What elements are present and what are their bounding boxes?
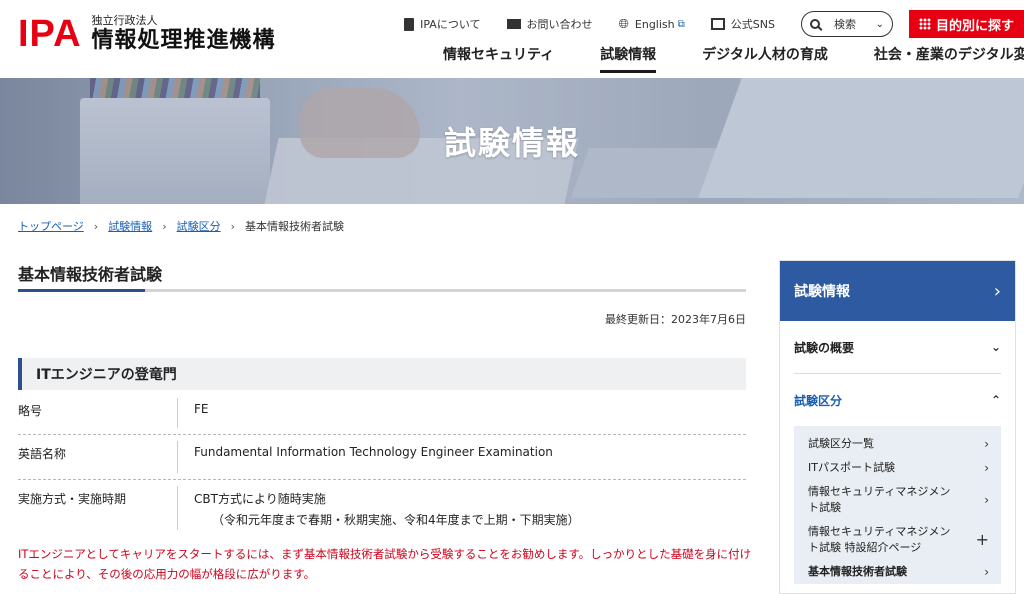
chevron-up-icon: ⌃ (990, 393, 1001, 407)
gnav-security[interactable]: 情報セキュリティ (443, 44, 554, 73)
find-by-purpose-button[interactable]: 目的別に探す (908, 10, 1024, 38)
document-icon (404, 17, 415, 31)
sns-icon (710, 18, 725, 30)
breadcrumb-current: 基本情報技術者試験 (245, 220, 344, 233)
sidebar-item-label: 試験区分 (794, 393, 843, 408)
info-label: 略号 (18, 398, 178, 428)
purpose-label: 目的別に探す (935, 18, 1014, 34)
about-link[interactable]: IPAについて (404, 16, 481, 32)
sidebar-item-category[interactable]: 試験区分 ⌃ (794, 374, 1001, 426)
sub-item-it-passport[interactable]: ITパスポート試験 › (808, 456, 989, 480)
sub-item-label: 試験区分一覧 (808, 437, 874, 450)
info-row-english-name: 英語名称 Fundamental Information Technology … (18, 435, 746, 480)
search-button[interactable]: 検索 ⌄ (800, 11, 893, 37)
sidebar-head-link[interactable]: 試験情報 › (780, 261, 1015, 321)
contact-label: お問い合わせ (526, 18, 593, 31)
chevron-right-icon: › (162, 219, 167, 233)
sidebar-submenu: 試験区分一覧 › ITパスポート試験 › 情報セキュリティマネジメント試験 › … (794, 426, 1001, 584)
exam-info-table: 略号 FE 英語名称 Fundamental Information Techn… (18, 392, 746, 536)
sub-item-label: 基本情報技術者試験 (808, 565, 907, 578)
info-value: CBT方式により随時実施 (194, 492, 326, 506)
title-underline (18, 289, 746, 292)
chevron-right-icon: › (984, 437, 989, 451)
sub-item-label: 情報セキュリティマネジメント試験 特設紹介ページ (808, 525, 951, 554)
hero-title: 試験情報 (443, 124, 580, 162)
site-logo[interactable]: IPA 独立行政法人 情報処理推進機構 (18, 14, 276, 54)
info-row-method: 実施方式・実施時期 CBT方式により随時実施 （令和元年度まで春期・秋期実施、令… (18, 480, 746, 536)
gnav-talent[interactable]: デジタル人材の育成 (702, 44, 828, 73)
logo-name: 情報処理推進機構 (91, 28, 276, 53)
sns-link[interactable]: 公式SNS (710, 16, 775, 32)
logo-ipa: IPA (18, 13, 82, 55)
globe-icon: 🌐︎ (618, 16, 629, 32)
site-header: IPA 独立行政法人 情報処理推進機構 IPAについて お問い合わせ 🌐︎ En… (0, 0, 1024, 79)
title-underline-accent (18, 289, 145, 292)
breadcrumb-category[interactable]: 試験区分 (177, 218, 221, 234)
sub-item-list[interactable]: 試験区分一覧 › (808, 432, 989, 456)
external-link-icon: ⧉ (677, 18, 685, 30)
global-nav: 情報セキュリティ 試験情報 デジタル人材の育成 社会・産業のデジタル変革 (443, 44, 1024, 73)
sidebar: 試験情報 › 試験の概要 ⌄ 試験区分 ⌃ 試験区分一覧 › ITパスポート試験… (779, 260, 1016, 594)
chevron-right-icon: › (984, 565, 989, 579)
chevron-right-icon: › (93, 219, 99, 233)
section-heading: ITエンジニアの登竜門 (18, 358, 746, 390)
chevron-right-icon: › (230, 219, 235, 233)
about-label: IPAについて (420, 18, 481, 31)
info-note: （令和元年度まで春期・秋期実施、令和4年度まで上期・下期実施） (212, 513, 580, 527)
last-updated: 最終更新日：2023年7月6日 (605, 313, 746, 326)
sub-item-label: ITパスポート試験 (808, 461, 895, 474)
sub-item-sg[interactable]: 情報セキュリティマネジメント試験 › (808, 480, 989, 520)
sidebar-item-overview[interactable]: 試験の概要 ⌄ (794, 321, 1001, 374)
sub-item-sg-special[interactable]: 情報セキュリティマネジメント試験 特設紹介ページ + (808, 520, 989, 560)
info-value: FE (194, 402, 209, 416)
contact-link[interactable]: お問い合わせ (506, 16, 593, 32)
page-title: 基本情報技術者試験 (18, 265, 163, 284)
hero-banner: 試験情報 (0, 78, 1024, 204)
info-label: 実施方式・実施時期 (18, 486, 178, 530)
info-label: 英語名称 (18, 441, 178, 473)
info-row-abbr: 略号 FE (18, 392, 746, 435)
mail-icon (506, 19, 521, 29)
sub-item-fe[interactable]: 基本情報技術者試験 › (808, 560, 989, 584)
logo-text: 独立行政法人 情報処理推進機構 (92, 14, 276, 54)
intro-text: ITエンジニアとしてキャリアをスタートするには、まず基本情報技術者試験から受験す… (18, 547, 752, 581)
english-link[interactable]: 🌐︎ English ⧉ (619, 17, 685, 32)
chevron-right-icon: › (984, 493, 989, 507)
chevron-right-icon: › (993, 280, 1001, 302)
sns-label: 公式SNS (730, 18, 775, 31)
utility-nav: IPAについて お問い合わせ 🌐︎ English ⧉ 公式SNS 検索 ⌄ 目… (404, 10, 1024, 38)
sidebar-item-label: 試験の概要 (794, 340, 855, 355)
grid-icon (918, 18, 931, 30)
breadcrumb-home[interactable]: トップページ (18, 218, 84, 234)
info-value-wrap: CBT方式により随時実施 （令和元年度まで春期・秋期実施、令和4年度まで上期・下… (178, 486, 596, 530)
sub-item-label: 情報セキュリティマネジメント試験 (808, 485, 951, 514)
chevron-right-icon: › (984, 461, 989, 475)
chevron-down-icon: ⌄ (875, 18, 884, 30)
breadcrumb-exam[interactable]: 試験情報 (108, 218, 152, 234)
info-value: Fundamental Information Technology Engin… (194, 445, 553, 459)
search-icon (809, 19, 820, 29)
plus-icon: + (975, 530, 989, 549)
search-label: 検索 (833, 18, 856, 31)
english-label: English (634, 17, 675, 31)
chevron-down-icon: ⌄ (990, 340, 1001, 354)
gnav-dx[interactable]: 社会・産業のデジタル変革 (874, 44, 1024, 73)
sidebar-head-label: 試験情報 (794, 284, 850, 300)
gnav-exam[interactable]: 試験情報 (600, 44, 657, 73)
logo-subtitle: 独立行政法人 (91, 14, 158, 27)
breadcrumb: トップページ › 試験情報 › 試験区分 › 基本情報技術者試験 (18, 218, 344, 234)
